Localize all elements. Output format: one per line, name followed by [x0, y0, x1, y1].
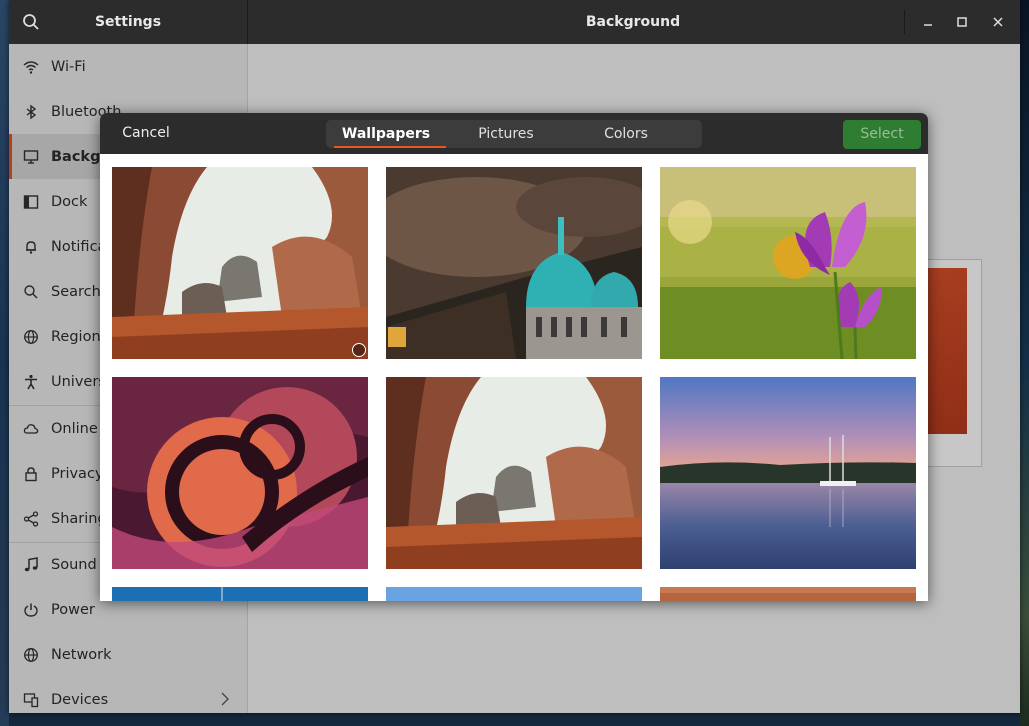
header-separator	[904, 10, 905, 34]
wallpaper-thumb-orange-sand[interactable]	[660, 587, 916, 601]
search-icon[interactable]	[21, 12, 41, 32]
maximize-icon[interactable]	[944, 0, 980, 44]
tab-wallpapers[interactable]: Wallpapers	[326, 120, 446, 148]
wallpaper-thumb-purple-crocus[interactable]	[660, 167, 916, 359]
app-title: Settings	[94, 14, 162, 30]
sidebar-header: Settings	[9, 0, 248, 44]
dialog-header: Cancel Wallpapers Pictures Colors Select	[100, 113, 928, 154]
selected-check-icon	[352, 343, 366, 357]
desktop-left-edge	[0, 0, 9, 726]
source-tabs: Wallpapers Pictures Colors	[326, 120, 702, 148]
wallpaper-thumb-abstract-swirl[interactable]	[112, 377, 368, 569]
close-icon[interactable]	[980, 0, 1016, 44]
wallpaper-thumb-red-rock-arch[interactable]	[386, 377, 642, 569]
tab-colors[interactable]: Colors	[566, 120, 686, 148]
header-bar: Settings Background	[9, 0, 1020, 44]
wallpaper-grid	[100, 154, 928, 601]
page-title: Background	[585, 14, 681, 30]
wallpaper-thumb-red-rock-arch[interactable]	[112, 167, 368, 359]
wallpaper-thumb-blue-sky[interactable]	[112, 587, 368, 601]
wallpaper-thumb-light-blue-sky[interactable]	[386, 587, 642, 601]
cancel-button[interactable]: Cancel	[110, 119, 182, 148]
desktop-right-edge	[1020, 0, 1029, 726]
minimize-icon[interactable]	[910, 0, 946, 44]
tab-pictures[interactable]: Pictures	[446, 120, 566, 148]
wallpaper-thumb-lake-sunset-sailboats[interactable]	[660, 377, 916, 569]
wallpaper-chooser-dialog: Cancel Wallpapers Pictures Colors Select	[100, 113, 928, 601]
wallpaper-thumb-teal-domed-cathedral[interactable]	[386, 167, 642, 359]
select-button[interactable]: Select	[843, 120, 921, 149]
